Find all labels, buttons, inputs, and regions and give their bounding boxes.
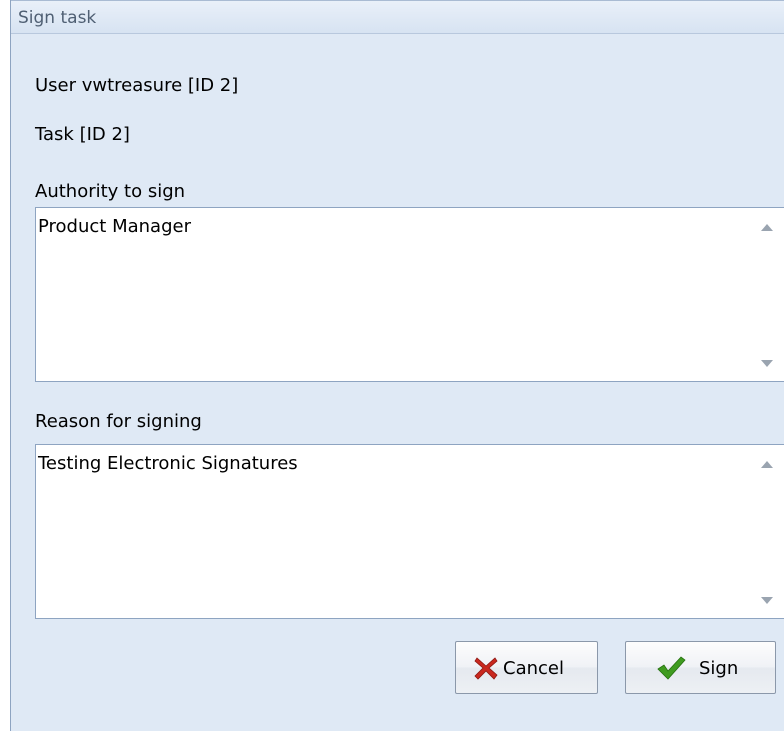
scroll-down-arrow-icon[interactable] bbox=[761, 597, 773, 604]
authority-to-sign-textarea[interactable]: Product Manager bbox=[35, 207, 784, 382]
checkmark-icon bbox=[656, 656, 686, 685]
cancel-button-label: Cancel bbox=[503, 658, 564, 679]
sign-task-dialog: Sign task User vwtreasure [ID 2] Task [I… bbox=[10, 0, 784, 731]
scroll-down-arrow-icon[interactable] bbox=[761, 360, 773, 367]
sign-button[interactable]: Sign bbox=[625, 641, 776, 694]
scroll-up-arrow-icon[interactable] bbox=[761, 224, 773, 231]
reason-scrollbar[interactable] bbox=[750, 445, 784, 618]
reason-for-signing-textarea[interactable]: Testing Electronic Signatures bbox=[35, 444, 784, 619]
sign-button-label: Sign bbox=[699, 658, 739, 679]
task-info-label: Task [ID 2] bbox=[35, 124, 130, 145]
authority-scrollbar[interactable] bbox=[750, 208, 784, 381]
dialog-title: Sign task bbox=[18, 8, 97, 28]
reason-for-signing-value: Testing Electronic Signatures bbox=[38, 453, 298, 474]
dialog-titlebar: Sign task bbox=[11, 0, 784, 34]
reason-for-signing-label: Reason for signing bbox=[35, 411, 202, 432]
cancel-button[interactable]: Cancel bbox=[455, 641, 598, 694]
scroll-up-arrow-icon[interactable] bbox=[761, 461, 773, 468]
x-icon bbox=[474, 656, 498, 685]
authority-to-sign-value: Product Manager bbox=[38, 216, 191, 237]
user-info-label: User vwtreasure [ID 2] bbox=[35, 75, 239, 96]
authority-to-sign-label: Authority to sign bbox=[35, 181, 186, 202]
